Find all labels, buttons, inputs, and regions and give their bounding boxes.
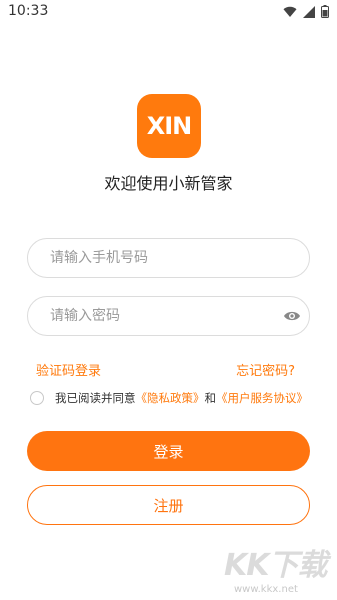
agreement-checkbox[interactable] (30, 391, 44, 405)
battery-icon (321, 5, 329, 18)
eye-icon[interactable] (283, 308, 301, 324)
agreement-and: 和 (204, 391, 217, 405)
app-logo-text: XIN (146, 112, 193, 140)
privacy-policy-link[interactable]: 《隐私政策》 (136, 390, 205, 406)
watermark-logo: KK下载 (224, 548, 327, 583)
phone-input[interactable] (50, 239, 280, 277)
signal-icon (303, 5, 315, 18)
sms-login-link[interactable]: 验证码登录 (36, 360, 101, 379)
forgot-password-link[interactable]: 忘记密码? (236, 360, 295, 379)
login-button[interactable]: 登录 (27, 431, 310, 471)
status-bar: 10:33 (0, 0, 337, 24)
watermark-url: www.kkx.net (234, 584, 298, 595)
status-icons (283, 5, 329, 18)
register-button[interactable]: 注册 (27, 485, 310, 525)
status-time: 10:33 (8, 3, 49, 19)
app-logo: XIN (137, 94, 201, 158)
phone-field[interactable] (27, 238, 310, 278)
wifi-icon (283, 6, 297, 18)
agreement-prefix: 我已阅读并同意 (55, 391, 136, 405)
terms-link[interactable]: 《用户服务协议》 (216, 390, 308, 406)
agreement-row: 我已阅读并同意 《隐私政策》 和 《用户服务协议》 (30, 390, 308, 406)
welcome-title: 欢迎使用小新管家 (104, 174, 233, 193)
watermark: KK下载 www.kkx.net (210, 540, 337, 600)
password-field[interactable] (27, 296, 310, 336)
password-input[interactable] (50, 297, 280, 335)
